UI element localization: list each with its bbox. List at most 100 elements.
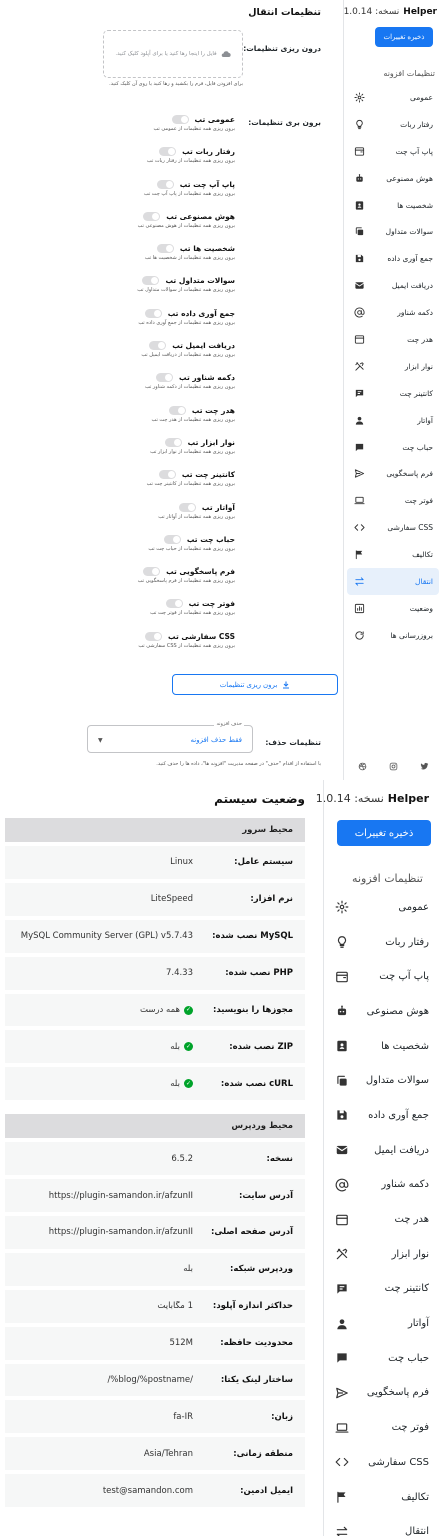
export-toggle[interactable] — [156, 373, 173, 383]
sidebar-item[interactable]: تکالیف — [347, 541, 439, 568]
export-option-title: فرم پاسخگویی تب — [166, 567, 235, 577]
sidebar-item-label: شخصیت ها — [397, 200, 433, 210]
export-toggle[interactable] — [156, 179, 174, 189]
sidebar-item[interactable]: فوتر چت — [327, 1410, 437, 1445]
sidebar-item[interactable]: انتقال — [347, 568, 439, 595]
export-option: فوتر چت تب برون ریزی همه تنظیمات از فوتر … — [95, 599, 235, 631]
export-list: عمومی تب برون ریزی همه تنظیمات از عمومی ت… — [95, 115, 235, 664]
sidebar-item[interactable]: پاپ آپ چت — [327, 959, 437, 994]
table-row: مجوزها را بنویسید: ✓ همه درست — [5, 993, 305, 1027]
sidebar-item[interactable]: رفتار ربات — [347, 111, 439, 138]
row-value: https://plugin-samandon.ir/afzunII — [48, 1190, 193, 1201]
export-option-row: پاپ آپ چت تب — [95, 179, 235, 189]
sidebar-item[interactable]: عمومی — [327, 890, 437, 925]
export-toggle[interactable] — [143, 567, 161, 577]
sidebar-item[interactable]: حباب چت — [327, 1341, 437, 1376]
export-option-desc: برون ریزی همه تنظیمات از آواتار تب — [158, 513, 235, 520]
row-value-cell: Linux — [5, 857, 193, 867]
sidebar-item[interactable]: آواتار — [327, 1306, 437, 1341]
sidebar-item[interactable]: دریافت ایمیل — [347, 272, 439, 299]
export-option-desc: برون ریزی همه تنظیمات از جمع آوری داده ت… — [138, 319, 235, 326]
export-toggle[interactable] — [149, 341, 167, 351]
sidebar-item[interactable]: آواتار — [347, 407, 439, 434]
sidebar-item[interactable]: پاپ آپ چت — [347, 138, 439, 165]
sidebar-item[interactable]: حباب چت — [347, 434, 439, 461]
sidebar-item[interactable]: کانتینر چت — [347, 380, 439, 407]
export-toggle[interactable] — [158, 470, 176, 480]
sidebar-item[interactable]: شخصیت ها — [347, 192, 439, 219]
sidebar-item[interactable]: جمع آوری داده — [327, 1098, 437, 1133]
send-icon — [354, 469, 364, 479]
row-label: PHP نصب شده: — [225, 968, 293, 979]
sidebar-item[interactable]: تکالیف — [327, 1480, 437, 1515]
export-option-title: عمومی تب — [194, 115, 235, 124]
row-value: همه درست — [139, 1005, 180, 1015]
chevron-down-icon: ▼ — [98, 737, 103, 744]
sidebar-item[interactable]: دکمه شناور — [347, 299, 439, 326]
system-status-panel: Helper نسخه: 1.0.14 ذخیره تغییرات تنظیما… — [0, 780, 443, 1536]
instagram-icon[interactable] — [389, 762, 398, 774]
delete-option-select[interactable]: حذف افزونه فقط حذف افزونه ▼ — [87, 721, 253, 753]
export-toggle[interactable] — [164, 437, 182, 447]
sidebar-item[interactable]: شخصیت ها — [327, 1029, 437, 1064]
at-sign-icon — [335, 1178, 349, 1192]
export-toggle[interactable] — [156, 244, 174, 254]
export-toggle[interactable] — [165, 599, 183, 609]
export-option-title: فوتر چت تب — [188, 599, 235, 609]
save-button[interactable]: ذخیره تغییرات — [375, 27, 433, 47]
export-toggle[interactable] — [171, 115, 189, 124]
row-value: test@samandon.com — [102, 1485, 193, 1496]
sidebar-item[interactable]: نوار ابزار — [327, 1237, 437, 1272]
sidebar-item[interactable]: سوالات متداول — [327, 1063, 437, 1098]
sidebar-item[interactable]: CSS سفارشی — [347, 514, 439, 541]
twitter-icon[interactable] — [420, 762, 429, 774]
sidebar-item[interactable]: هوش مصنوعی — [327, 994, 437, 1029]
export-toggle[interactable] — [178, 502, 196, 512]
check-circle-icon: ✓ — [184, 1079, 193, 1089]
export-toggle[interactable] — [159, 147, 177, 157]
sidebar-item[interactable]: دریافت ایمیل — [327, 1133, 437, 1168]
sidebar-item[interactable]: فوتر چت — [347, 487, 439, 514]
sidebar-item[interactable]: رفتار ربات — [327, 925, 437, 960]
sidebar-item-label: پاپ آپ چت — [395, 146, 433, 156]
export-toggle[interactable] — [142, 276, 160, 286]
sidebar-item[interactable]: بروزرسانی ها — [347, 622, 439, 649]
sidebar-item[interactable]: نوار ابزار — [347, 353, 439, 380]
bulb-icon — [353, 118, 365, 130]
file-dropzone[interactable]: فایل را اینجا رها کنید یا برای آپلود کلی… — [103, 30, 243, 78]
export-toggle[interactable] — [163, 534, 181, 544]
sidebar-item[interactable]: هدر چت — [327, 1202, 437, 1237]
export-option: آواتار تب برون ریزی همه تنظیمات از آواتار… — [95, 502, 235, 535]
sidebar-item[interactable]: دکمه شناور — [327, 1168, 437, 1203]
export-toggle[interactable] — [145, 631, 163, 641]
export-toggle[interactable] — [144, 308, 162, 318]
sidebar-item[interactable]: فرم پاسخگویی — [347, 460, 439, 487]
row-value: Asia/Tehran — [143, 1448, 193, 1459]
envelope-icon — [336, 1146, 348, 1155]
sidebar-item[interactable]: انتقال — [327, 1514, 437, 1536]
sidebar-item[interactable]: کانتینر چت — [327, 1272, 437, 1307]
delete-select-value: فقط حذف افزونه — [190, 736, 242, 744]
sidebar-item[interactable]: هدر چت — [347, 326, 439, 353]
sidebar-item[interactable]: عمومی — [347, 84, 439, 111]
export-toggle[interactable] — [143, 211, 161, 221]
envelope-icon — [353, 280, 365, 292]
sidebar-item[interactable]: جمع آوری داده — [347, 245, 439, 272]
sidebar-item-label: انتقال — [405, 1526, 429, 1536]
sidebar-item[interactable]: CSS سفارشی — [327, 1445, 437, 1480]
sidebar-section-title: تنظیمات افزونه — [352, 872, 423, 885]
save-button[interactable]: ذخیره تغییرات — [337, 820, 431, 846]
export-option: دریافت ایمیل تب برون ریزی همه تنظیمات از … — [95, 341, 235, 373]
sidebar-item[interactable]: هوش مصنوعی — [347, 165, 439, 192]
export-option-row: کانتینر چت تب — [95, 470, 235, 480]
export-button[interactable]: برون ریزی تنظیمات — [172, 674, 338, 695]
sidebar-item[interactable]: وضعیت — [347, 595, 439, 622]
export-option-title: نوار ابزار تب — [187, 437, 235, 447]
sidebar-item[interactable]: فرم پاسخگویی — [327, 1376, 437, 1411]
import-label: درون ریزی تنظیمات: — [243, 44, 321, 53]
sidebar-item[interactable]: سوالات متداول — [347, 218, 439, 245]
export-toggle[interactable] — [168, 405, 186, 415]
row-value: 6.5.2 — [171, 1153, 193, 1164]
brand-name: Helper — [387, 792, 429, 805]
dribbble-icon[interactable] — [358, 762, 367, 774]
